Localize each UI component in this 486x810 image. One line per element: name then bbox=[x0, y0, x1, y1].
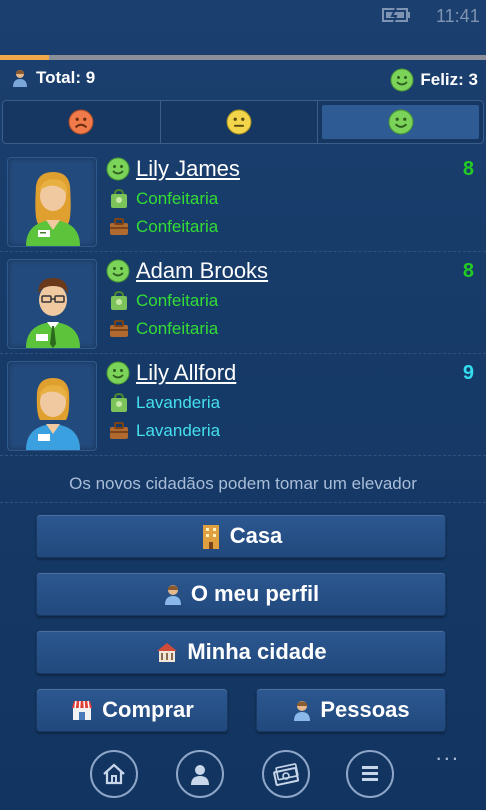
tab-unhappy[interactable] bbox=[3, 101, 161, 143]
home-line: Confeitaria bbox=[108, 290, 218, 312]
home-line: Confeitaria bbox=[108, 188, 218, 210]
home-building: Confeitaria bbox=[136, 189, 219, 208]
list-item[interactable]: Lily James 8 Confeitaria Confeitaria bbox=[0, 150, 486, 252]
building-icon bbox=[202, 525, 219, 549]
citizen-name-line: Lily James bbox=[106, 156, 240, 182]
happy-face-icon bbox=[106, 361, 130, 385]
people-button[interactable]: Pessoas bbox=[256, 688, 446, 732]
citizen-name[interactable]: Lily Allford bbox=[136, 360, 236, 386]
citizen-name[interactable]: Lily James bbox=[136, 156, 240, 182]
work-building: Lavanderia bbox=[136, 421, 221, 440]
people-button-label: Pessoas bbox=[320, 697, 410, 722]
loading-progress-bar bbox=[0, 55, 486, 60]
happy-face-icon bbox=[388, 109, 414, 135]
home-icon bbox=[103, 763, 125, 785]
home-building: Lavanderia bbox=[136, 393, 221, 412]
citizen-score: 8 bbox=[462, 158, 474, 180]
citizen-score: 8 bbox=[462, 260, 474, 282]
sad-face-icon bbox=[68, 109, 94, 135]
tab-neutral[interactable] bbox=[161, 101, 319, 143]
home-line: Lavanderia bbox=[108, 392, 220, 414]
list-item[interactable]: Adam Brooks 8 Confeitaria Confeitaria bbox=[0, 252, 486, 354]
home-appbar-button[interactable] bbox=[90, 750, 138, 798]
mood-filter-tabs bbox=[2, 100, 484, 144]
more-options-button[interactable]: ... bbox=[436, 740, 460, 766]
happy-face-icon bbox=[106, 157, 130, 181]
buy-button[interactable]: Comprar bbox=[36, 688, 228, 732]
app-bar: ... bbox=[0, 740, 486, 810]
woman-citizen-icon bbox=[26, 378, 80, 450]
citizen-summary: Total: 9 Feliz: 3 bbox=[0, 66, 486, 94]
work-building: Confeitaria bbox=[136, 319, 219, 338]
briefcase-icon bbox=[110, 422, 128, 439]
total-label: Total: 9 bbox=[36, 68, 96, 87]
total-count: Total: 9 bbox=[10, 68, 95, 88]
work-line: Lavanderia bbox=[108, 420, 220, 442]
avatar[interactable] bbox=[7, 259, 97, 349]
divider bbox=[0, 502, 486, 503]
profile-appbar-button[interactable] bbox=[176, 750, 224, 798]
citizen-score: 9 bbox=[462, 362, 474, 384]
home-building: Confeitaria bbox=[136, 291, 219, 310]
buy-button-label: Comprar bbox=[102, 697, 194, 722]
my-city-button[interactable]: Minha cidade bbox=[36, 630, 446, 674]
person-icon bbox=[13, 70, 27, 87]
work-building: Confeitaria bbox=[136, 217, 219, 236]
happy-count: Feliz: 3 bbox=[390, 68, 478, 92]
clock-time: 11:41 bbox=[436, 6, 480, 26]
my-profile-button-label: O meu perfil bbox=[190, 581, 320, 606]
person-icon bbox=[164, 585, 181, 605]
citizen-name[interactable]: Adam Brooks bbox=[136, 258, 268, 284]
home-bag-icon bbox=[111, 392, 127, 412]
avatar[interactable] bbox=[7, 361, 97, 451]
elevator-notice: Os novos cidadãos podem tomar um elevado… bbox=[69, 474, 417, 493]
happy-face-icon bbox=[106, 259, 130, 283]
home-button[interactable]: Casa bbox=[36, 514, 446, 558]
money-appbar-button[interactable] bbox=[262, 750, 310, 798]
work-line: Confeitaria bbox=[108, 216, 218, 238]
list-icon bbox=[362, 766, 378, 781]
person-icon bbox=[294, 701, 311, 721]
battery-charging-icon bbox=[382, 7, 410, 23]
home-bag-icon bbox=[111, 188, 127, 208]
money-icon bbox=[273, 763, 300, 786]
citizen-name-line: Lily Allford bbox=[106, 360, 236, 386]
my-profile-button[interactable]: O meu perfil bbox=[36, 572, 446, 616]
briefcase-icon bbox=[110, 320, 128, 337]
progress-fill bbox=[0, 55, 49, 60]
city-hall-icon bbox=[157, 643, 178, 662]
happy-label: Feliz: 3 bbox=[420, 70, 478, 89]
my-city-button-label: Minha cidade bbox=[187, 639, 327, 664]
citizen-name-line: Adam Brooks bbox=[106, 258, 268, 284]
citizen-list: Lily James 8 Confeitaria Confeitaria Ada… bbox=[0, 150, 486, 456]
list-appbar-button[interactable] bbox=[346, 750, 394, 798]
avatar[interactable] bbox=[7, 157, 97, 247]
happy-face-icon bbox=[390, 68, 414, 92]
person-icon bbox=[191, 765, 209, 785]
tab-happy[interactable] bbox=[322, 105, 480, 139]
home-button-label: Casa bbox=[229, 523, 283, 548]
work-line: Confeitaria bbox=[108, 318, 218, 340]
woman-citizen-icon bbox=[26, 172, 80, 246]
man-citizen-icon bbox=[26, 278, 80, 348]
status-bar: 11:41 bbox=[0, 0, 486, 32]
neutral-face-icon bbox=[226, 109, 252, 135]
briefcase-icon bbox=[110, 218, 128, 235]
home-bag-icon bbox=[111, 290, 127, 310]
shop-icon bbox=[72, 700, 93, 720]
list-item[interactable]: Lily Allford 9 Lavanderia Lavanderia bbox=[0, 354, 486, 456]
